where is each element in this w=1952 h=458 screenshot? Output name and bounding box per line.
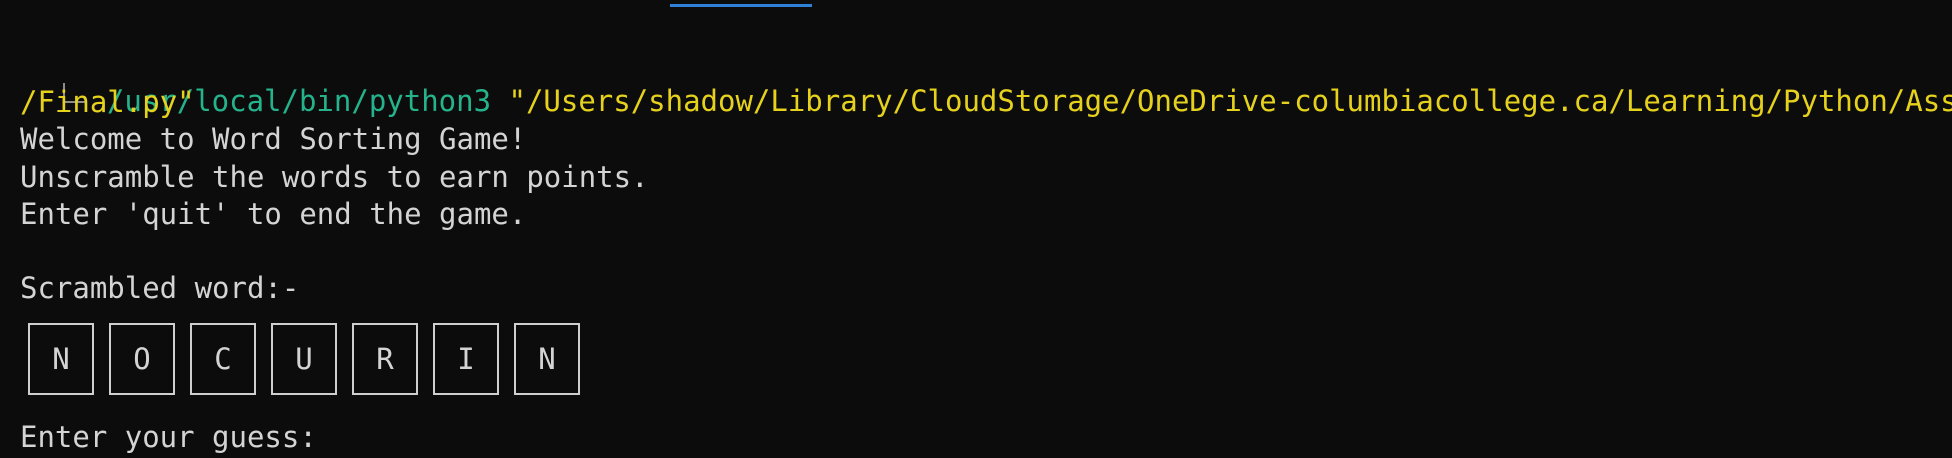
letter-tile: O <box>109 323 175 395</box>
quit-hint: Enter 'quit' to end the game. <box>20 197 527 231</box>
active-tab-underline <box>670 4 812 7</box>
scrambled-word-label: Scrambled word:- <box>20 271 300 305</box>
welcome-message: Welcome to Word Sorting Game! <box>20 122 527 156</box>
letter-tile: N <box>514 323 580 395</box>
letter-tile: C <box>190 323 256 395</box>
script-path-continuation: /Final.py" <box>20 85 195 119</box>
letter-tile: R <box>352 323 418 395</box>
scrambled-letter-tiles: N O C U R I N <box>28 323 580 395</box>
command-line: /usr/local/bin/python3 "/Users/shadow/Li… <box>20 46 1952 120</box>
game-instruction: Unscramble the words to earn points. <box>20 160 649 194</box>
letter-tile: N <box>28 323 94 395</box>
letter-tile: I <box>433 323 499 395</box>
letter-tile: U <box>271 323 337 395</box>
guess-input-prompt[interactable]: Enter your guess: <box>20 419 317 456</box>
script-path: "/Users/shadow/Library/CloudStorage/OneD… <box>508 84 1952 118</box>
